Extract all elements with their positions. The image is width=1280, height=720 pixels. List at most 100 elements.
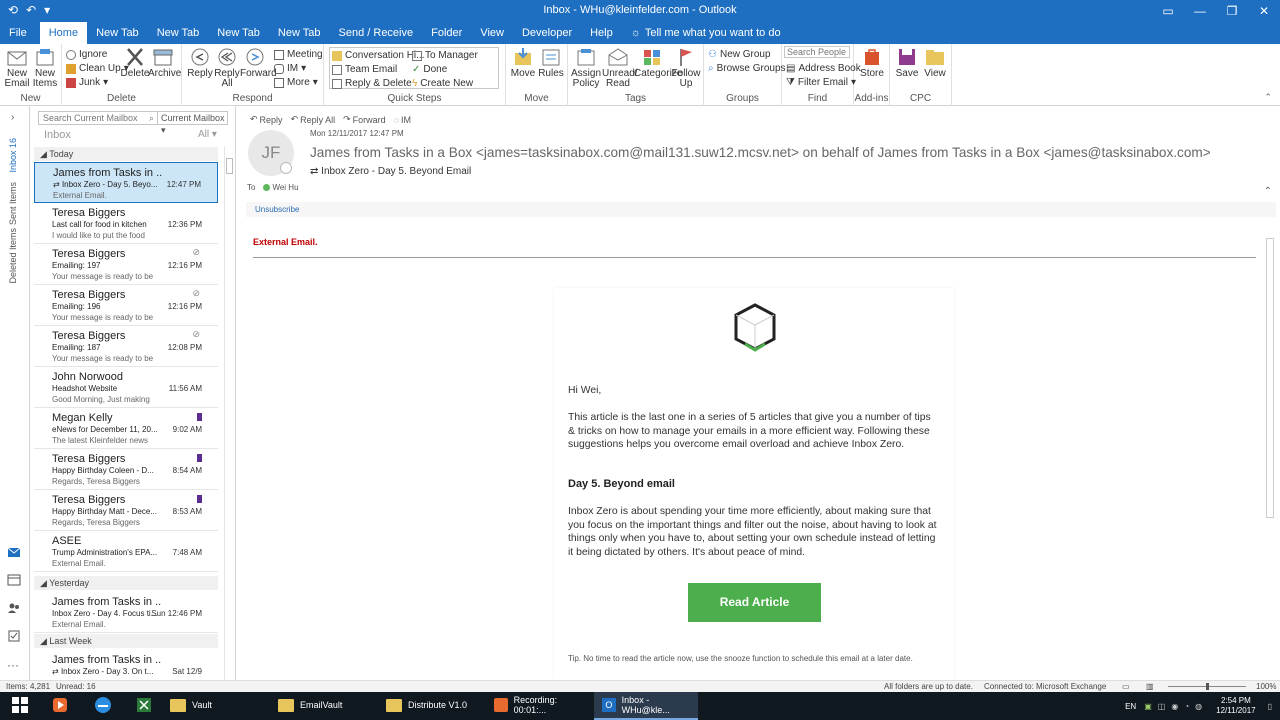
filter-email-button[interactable]: ⧩ Filter Email ▾ <box>786 76 856 89</box>
list-item[interactable]: ⊘ Teresa Biggers Emailing: 187 Your mess… <box>34 326 218 367</box>
expand-folder-pane-icon[interactable]: › <box>11 112 14 123</box>
tab-new-4[interactable]: New Tab <box>269 22 330 44</box>
inline-im-button[interactable]: ◌ IM <box>394 114 411 125</box>
unsubscribe-link[interactable]: Unsubscribe <box>255 205 299 214</box>
tell-me-box[interactable]: ☼ Tell me what you want to do <box>622 22 790 44</box>
new-items-button[interactable]: New Items <box>30 47 60 89</box>
inline-forward-button[interactable]: ↷ Forward <box>343 114 386 125</box>
qs-team-email[interactable]: Team Email <box>332 63 397 76</box>
reading-pane-scrollbar[interactable] <box>1264 226 1276 674</box>
follow-up-button[interactable]: Follow Up <box>670 47 702 89</box>
ribbon-display-icon[interactable]: ▭ <box>1152 0 1184 22</box>
group-header-last-week[interactable]: ◢ Last Week <box>34 634 218 648</box>
ignore-button[interactable]: Ignore <box>66 48 107 61</box>
collapse-ribbon-icon[interactable]: ⌃ <box>1264 92 1272 103</box>
input-language[interactable]: EN <box>1125 702 1136 711</box>
qs-to-manager[interactable]: To Manager <box>412 49 478 62</box>
tab-developer[interactable]: Developer <box>513 22 581 44</box>
junk-button[interactable]: Junk ▾ <box>66 76 108 89</box>
normal-view-icon[interactable]: ▭ <box>1122 682 1130 691</box>
more-apps-icon[interactable]: ··· <box>7 658 21 672</box>
list-item[interactable]: Megan Kelly eNews for December 11, 20...… <box>34 408 218 449</box>
read-article-button[interactable]: Read Article <box>688 583 821 622</box>
search-scope-dropdown[interactable]: Current Mailbox ▾ <box>158 111 228 135</box>
save-button[interactable]: Save <box>892 47 922 79</box>
tray-volume-icon[interactable]: ◉ <box>1171 702 1178 711</box>
move-button[interactable]: Move <box>508 47 538 79</box>
edge-browser-icon[interactable] <box>86 692 116 720</box>
search-people-input[interactable]: Search People <box>784 46 850 58</box>
taskbar-vault[interactable]: Vault <box>162 692 266 720</box>
calendar-icon[interactable] <box>7 574 21 586</box>
inline-reply-all-button[interactable]: ↶ Reply All <box>291 114 336 125</box>
archive-button[interactable]: Archive <box>148 47 181 79</box>
qs-reply-delete[interactable]: Reply & Delete <box>332 77 412 90</box>
tray-app-icon[interactable]: ▣ <box>1144 702 1152 711</box>
unsubscribe-bar[interactable]: Unsubscribe <box>246 202 1276 217</box>
inline-reply-button[interactable]: ↶ Reply <box>250 114 283 125</box>
search-input[interactable]: Search Current Mailbox ⌕ <box>38 111 158 125</box>
tasks-icon[interactable] <box>7 630 21 642</box>
nav-sent-items[interactable]: Sent Items <box>8 182 18 225</box>
store-button[interactable]: Store <box>857 47 887 79</box>
list-item[interactable]: Teresa Biggers Happy Birthday Coleen - D… <box>34 449 218 490</box>
tab-view[interactable]: View <box>471 22 513 44</box>
tab-folder[interactable]: Folder <box>422 22 471 44</box>
forward-button[interactable]: Forward <box>240 47 277 79</box>
media-player-icon[interactable] <box>44 692 74 720</box>
taskbar-distribute[interactable]: Distribute V1.0 <box>378 692 482 720</box>
list-item[interactable]: ⊘ Teresa Biggers Emailing: 197 Your mess… <box>34 244 218 285</box>
tab-help[interactable]: Help <box>581 22 622 44</box>
collapse-header-icon[interactable]: ⌃ <box>1264 186 1272 197</box>
tab-send-receive[interactable]: Send / Receive <box>330 22 423 44</box>
tray-sync-icon[interactable]: ◍ <box>1195 702 1202 711</box>
address-book-button[interactable]: ▤ Address Book <box>786 62 861 75</box>
restore-button[interactable]: ❐ <box>1216 0 1248 22</box>
list-item[interactable]: John Norwood Headshot Website Good Morni… <box>34 367 218 408</box>
list-item[interactable]: ⊘ Teresa Biggers Emailing: 196 Your mess… <box>34 285 218 326</box>
filter-dropdown[interactable]: All ▾ <box>198 129 217 140</box>
reading-view-icon[interactable]: ▥ <box>1146 682 1154 691</box>
unread-read-button[interactable]: Unread/ Read <box>602 47 638 89</box>
start-button[interactable] <box>0 692 40 720</box>
zoom-level[interactable]: 100% <box>1256 682 1276 691</box>
list-item[interactable]: Teresa Biggers Happy Birthday Matt - Dec… <box>34 490 218 531</box>
tab-new-3[interactable]: New Tab <box>208 22 269 44</box>
scrollbar-thumb[interactable] <box>1266 238 1274 518</box>
group-header-today[interactable]: ◢ Today <box>34 147 218 161</box>
list-item[interactable]: James from Tasks in ... ⇄ Inbox Zero - D… <box>34 162 218 203</box>
rules-button[interactable]: Rules <box>536 47 566 79</box>
taskbar-emailvault[interactable]: EmailVault <box>270 692 374 720</box>
taskbar-outlook[interactable]: O Inbox - WHu@kle... <box>594 692 698 720</box>
group-header-yesterday[interactable]: ◢ Yesterday <box>34 576 218 590</box>
people-nav-icon[interactable] <box>7 602 21 614</box>
qs-conversation-history[interactable]: Conversation Hi... <box>332 49 424 62</box>
mail-icon[interactable] <box>7 546 21 558</box>
list-item[interactable]: Teresa Biggers Last call for food in kit… <box>34 203 218 244</box>
list-item[interactable]: ASEE Trump Administration's EPA... Exter… <box>34 531 218 572</box>
categorize-button[interactable]: Categorize <box>634 47 682 79</box>
view-button[interactable]: View <box>920 47 950 79</box>
tab-file[interactable]: File <box>0 22 36 44</box>
recipient-chip[interactable]: Wei Hu <box>263 183 299 192</box>
assign-policy-button[interactable]: Assign Policy <box>570 47 602 89</box>
taskbar-recording[interactable]: Recording: 00:01:... <box>486 692 590 720</box>
tab-home[interactable]: Home <box>39 22 88 44</box>
qs-create-new[interactable]: ϟ Create New <box>412 77 473 90</box>
new-group-button[interactable]: ⚇ New Group <box>708 48 771 61</box>
list-item[interactable]: James from Tasks in ... Inbox Zero - Day… <box>34 592 218 633</box>
zoom-slider-thumb[interactable] <box>1206 683 1209 690</box>
tray-network-icon[interactable]: ◫ <box>1158 702 1166 711</box>
meeting-button[interactable]: Meeting <box>274 48 323 61</box>
message-sender[interactable]: James from Tasks in a Box <james=tasksin… <box>310 145 1211 160</box>
close-button[interactable]: ✕ <box>1248 0 1280 22</box>
new-email-button[interactable]: New Email <box>2 47 32 89</box>
notifications-icon[interactable]: ▯ <box>1268 702 1272 711</box>
reply-all-button[interactable]: Reply All <box>212 47 242 89</box>
delete-button[interactable]: Delete <box>120 47 150 79</box>
minimize-button[interactable]: — <box>1184 0 1216 22</box>
reply-button[interactable]: Reply <box>185 47 215 79</box>
sender-avatar[interactable]: JF <box>248 130 294 176</box>
nav-inbox[interactable]: Inbox 16 <box>8 138 18 173</box>
scrollbar-thumb[interactable] <box>226 158 233 174</box>
